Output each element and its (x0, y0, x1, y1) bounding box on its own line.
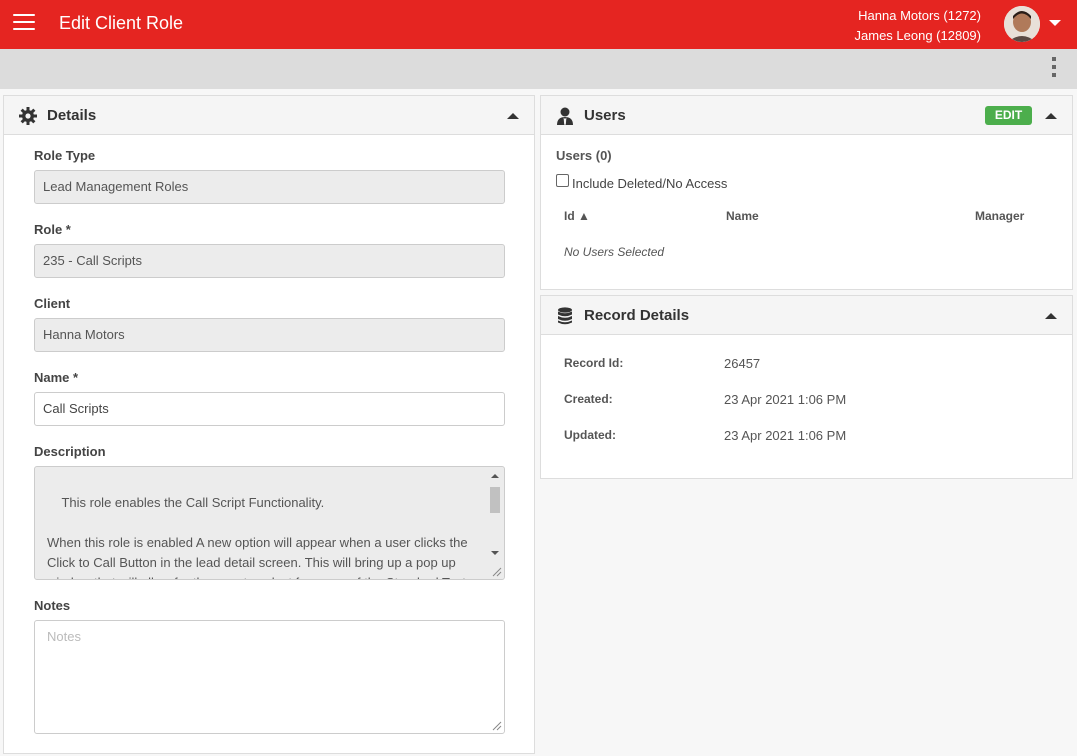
collapse-caret-icon[interactable] (1045, 113, 1057, 119)
created-label: Created: (564, 392, 613, 406)
name-label: Name * (34, 370, 79, 385)
record-details-panel-header[interactable]: Record Details (541, 296, 1072, 335)
dealer-name: Hanna Motors (1272) (858, 8, 981, 23)
role-type-label: Role Type (34, 148, 96, 163)
column-header-name[interactable]: Name (726, 209, 759, 223)
user-info[interactable]: Hanna Motors (1272) James Leong (12809) (855, 6, 981, 46)
column-header-id[interactable]: Id ▲ (564, 209, 590, 223)
details-title: Details (47, 107, 97, 124)
notes-placeholder: Notes (47, 629, 81, 644)
client-field: Hanna Motors (34, 318, 505, 352)
user-icon (557, 107, 573, 125)
details-panel-header[interactable]: Details (4, 96, 534, 135)
include-deleted-label[interactable]: Include Deleted/No Access (572, 176, 727, 191)
gear-icon (19, 107, 37, 125)
description-text: This role enables the Call Script Functi… (47, 495, 468, 579)
users-count: Users (0) (556, 148, 612, 163)
role-type-field: Lead Management Roles (34, 170, 505, 204)
record-details-panel: Record Details Record Id: 26457 Created:… (540, 295, 1073, 479)
collapse-caret-icon[interactable] (1045, 313, 1057, 319)
description-label: Description (34, 444, 106, 459)
more-options-icon[interactable] (1051, 57, 1057, 81)
scroll-down-icon[interactable] (491, 551, 499, 555)
resize-grip-icon[interactable] (490, 565, 502, 577)
user-name: James Leong (12809) (854, 28, 981, 43)
details-panel: Details Role Type Lead Management Roles … (3, 95, 535, 754)
action-bar (0, 49, 1077, 89)
user-menu-caret-icon[interactable] (1049, 20, 1061, 26)
column-header-manager[interactable]: Manager (975, 209, 1024, 223)
record-id-value: 26457 (724, 356, 761, 371)
users-panel-header[interactable]: Users EDIT (541, 96, 1072, 135)
notes-textarea[interactable]: Notes (34, 620, 505, 734)
updated-value: 23 Apr 2021 1:06 PM (724, 428, 847, 443)
page-title: Edit Client Role (59, 13, 184, 33)
description-textarea[interactable]: This role enables the Call Script Functi… (34, 466, 505, 580)
avatar[interactable] (1004, 6, 1040, 42)
edit-users-button[interactable]: EDIT (985, 106, 1032, 125)
database-icon (558, 307, 572, 325)
collapse-caret-icon[interactable] (507, 113, 519, 119)
users-panel: Users EDIT Users (0) Include Deleted/No … (540, 95, 1073, 290)
description-scrollbar[interactable] (488, 469, 502, 577)
record-details-title: Record Details (584, 307, 690, 324)
include-deleted-checkbox[interactable] (556, 174, 569, 187)
updated-label: Updated: (564, 428, 616, 442)
name-input[interactable]: Call Scripts (34, 392, 505, 426)
role-label: Role * (34, 222, 71, 237)
created-value: 23 Apr 2021 1:06 PM (724, 392, 847, 407)
client-label: Client (34, 296, 71, 311)
hamburger-menu-icon[interactable] (13, 14, 35, 32)
record-id-label: Record Id: (564, 356, 624, 370)
resize-grip-icon[interactable] (490, 719, 502, 731)
notes-label: Notes (34, 598, 71, 613)
scroll-thumb[interactable] (490, 487, 500, 513)
role-field: 235 - Call Scripts (34, 244, 505, 278)
scroll-up-icon[interactable] (491, 474, 499, 478)
empty-table-message: No Users Selected (564, 245, 665, 259)
top-app-bar: Edit Client Role Hanna Motors (1272) Jam… (0, 0, 1077, 49)
users-title: Users (584, 107, 626, 124)
